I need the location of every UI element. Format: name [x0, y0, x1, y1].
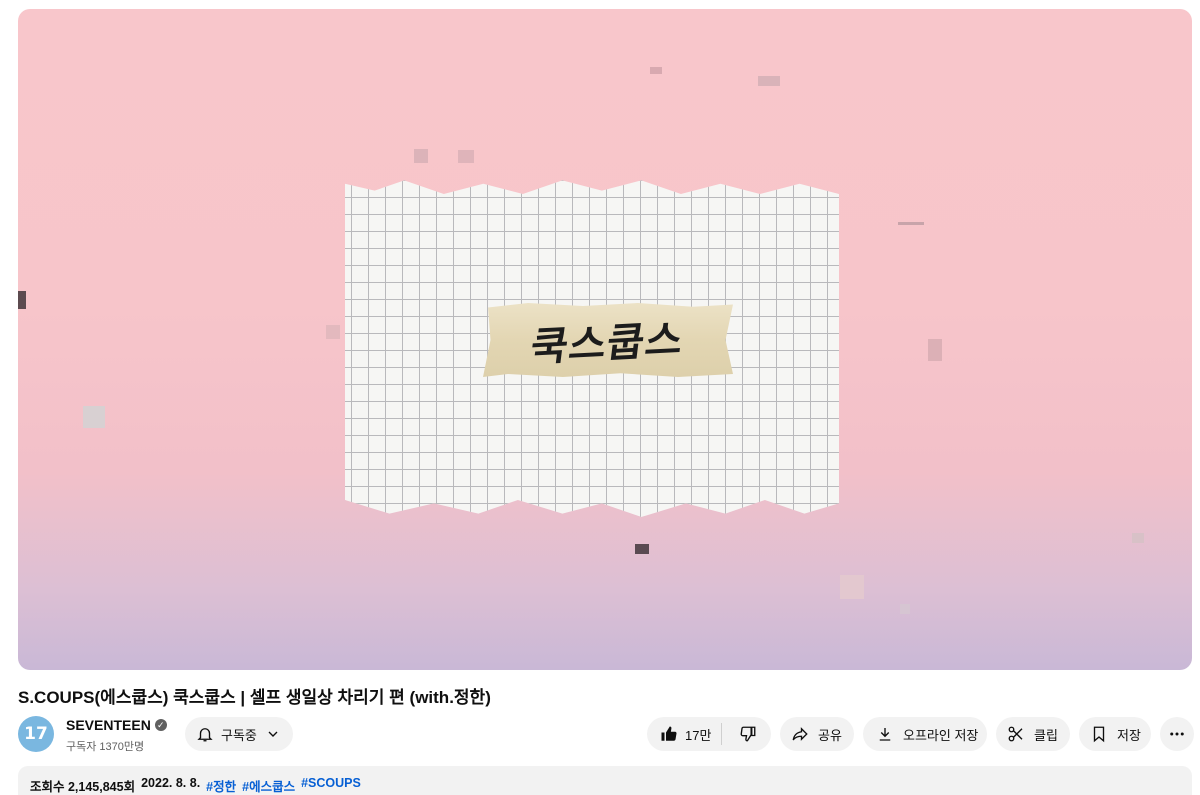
- hashtag[interactable]: #에스쿱스: [242, 776, 295, 795]
- more-actions-button[interactable]: [1160, 717, 1194, 751]
- glitch-square: [650, 67, 662, 74]
- channel-row: 17 SEVENTEEN ✓ 구독자 1370만명 구독중 17만 공유 오프라…: [18, 716, 1194, 753]
- thumbs-up-icon[interactable]: [659, 724, 679, 744]
- clip-button[interactable]: 클립: [996, 717, 1070, 751]
- glitch-square: [326, 325, 340, 339]
- thumbs-down-icon[interactable]: [738, 724, 758, 744]
- share-arrow-icon: [790, 724, 810, 744]
- save-label: 저장: [1117, 727, 1141, 743]
- clip-label: 클립: [1034, 727, 1058, 743]
- glitch-square: [1132, 533, 1144, 543]
- glitch-square: [83, 406, 105, 428]
- download-icon: [875, 724, 895, 744]
- subscribe-label: 구독중: [221, 727, 257, 743]
- like-dislike-bar: 17만: [647, 717, 771, 751]
- channel-name-row[interactable]: SEVENTEEN ✓: [66, 717, 167, 733]
- description-box[interactable]: 조회수 2,145,845회 2022. 8. 8. #정한 #에스쿱스 #SC…: [18, 766, 1192, 795]
- glitch-square: [898, 222, 924, 225]
- hashtag[interactable]: #SCOUPS: [301, 776, 361, 795]
- scissors-icon: [1006, 724, 1026, 744]
- glitch-square: [758, 76, 780, 86]
- glitch-square: [18, 291, 26, 309]
- chevron-down-icon: [263, 724, 283, 744]
- more-horizontal-icon: [1167, 724, 1187, 744]
- offline-label: 오프라인 저장: [903, 727, 979, 743]
- glitch-square: [900, 604, 910, 614]
- verified-check-icon: ✓: [154, 719, 167, 731]
- channel-name[interactable]: SEVENTEEN: [66, 717, 151, 733]
- video-title: S.COUPS(에스쿱스) 쿡스쿱스 | 셀프 생일상 차리기 편 (with.…: [18, 688, 491, 707]
- save-button[interactable]: 저장: [1079, 717, 1151, 751]
- like-count[interactable]: 17만: [685, 725, 711, 744]
- share-label: 공유: [818, 727, 842, 743]
- glitch-square: [928, 339, 942, 361]
- hashtag[interactable]: #정한: [206, 776, 236, 795]
- glitch-square: [458, 150, 474, 163]
- divider: [721, 723, 723, 745]
- bell-icon: [195, 724, 215, 744]
- glitch-square: [414, 149, 428, 163]
- thumbnail-handwritten-text: 쿡스쿱스: [528, 316, 687, 371]
- bookmark-icon: [1089, 724, 1109, 744]
- offline-save-button[interactable]: 오프라인 저장: [863, 717, 987, 751]
- upload-date: 2022. 8. 8.: [141, 776, 201, 790]
- video-player[interactable]: 쿡스쿱스: [18, 9, 1192, 670]
- channel-avatar[interactable]: 17: [18, 716, 54, 752]
- glitch-square: [840, 575, 864, 599]
- share-button[interactable]: 공유: [780, 717, 854, 751]
- view-count: 조회수 2,145,845회: [30, 780, 136, 794]
- avatar-text: 17: [24, 724, 48, 744]
- glitch-square: [635, 544, 649, 554]
- subscribed-button[interactable]: 구독중: [185, 717, 293, 751]
- subscriber-count: 구독자 1370만명: [66, 741, 145, 753]
- masking-tape-label: 쿡스쿱스: [483, 303, 733, 377]
